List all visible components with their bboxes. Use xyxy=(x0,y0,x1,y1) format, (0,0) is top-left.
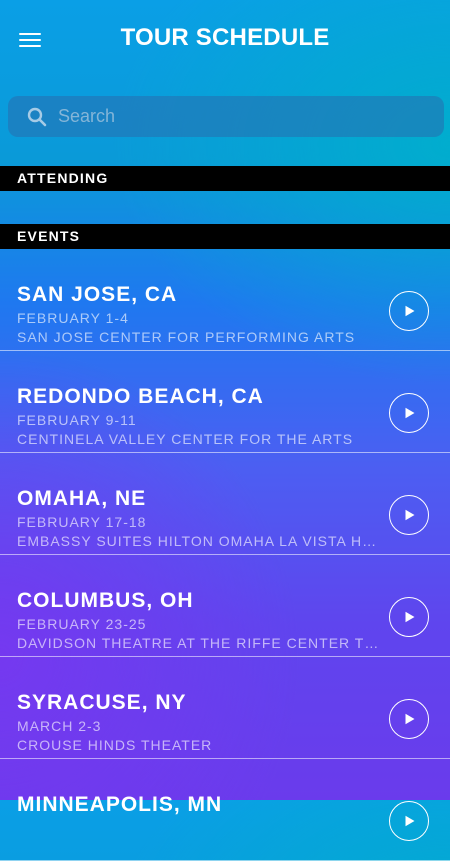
event-venue: CENTINELA VALLEY CENTER FOR THE ARTS xyxy=(17,431,354,447)
event-venue: SAN JOSE CENTER FOR PERFORMING ARTS xyxy=(17,329,356,345)
play-icon xyxy=(405,407,415,419)
play-icon xyxy=(405,713,415,725)
event-dates: FEBRUARY 1-4 xyxy=(17,310,129,326)
event-city: MINNEAPOLIS, MN xyxy=(17,793,223,816)
event-venue: CROUSE HINDS THEATER xyxy=(17,737,213,753)
play-button[interactable] xyxy=(389,393,429,433)
event-venue: DAVIDSON THEATRE AT THE RIFFE CENTER THE… xyxy=(17,635,379,651)
event-dates: FEBRUARY 17-18 xyxy=(17,514,147,530)
event-city: REDONDO BEACH, CA xyxy=(17,385,264,408)
event-row[interactable]: COLUMBUS, OH FEBRUARY 23-25 DAVIDSON THE… xyxy=(0,555,450,657)
play-button[interactable] xyxy=(389,597,429,637)
event-row[interactable]: OMAHA, NE FEBRUARY 17-18 EMBASSY SUITES … xyxy=(0,453,450,555)
event-row[interactable]: SAN JOSE, CA FEBRUARY 1-4 SAN JOSE CENTE… xyxy=(0,249,450,351)
play-icon xyxy=(405,305,415,317)
section-label-events: EVENTS xyxy=(17,228,81,244)
event-city: OMAHA, NE xyxy=(17,487,147,510)
play-button[interactable] xyxy=(389,801,429,841)
play-icon xyxy=(405,509,415,521)
section-header-attending: ATTENDING xyxy=(0,166,450,191)
section-label-attending: ATTENDING xyxy=(17,170,109,186)
event-dates: MARCH 2-3 xyxy=(17,718,102,734)
event-venue: EMBASSY SUITES HILTON OMAHA LA VISTA HO.… xyxy=(17,533,379,549)
play-button[interactable] xyxy=(389,291,429,331)
play-icon xyxy=(405,815,415,827)
app-header: TOUR SCHEDULE xyxy=(0,0,450,80)
search-input[interactable] xyxy=(58,96,428,137)
search-icon xyxy=(27,107,47,127)
play-button[interactable] xyxy=(389,495,429,535)
event-city: SAN JOSE, CA xyxy=(17,283,178,306)
page-title: TOUR SCHEDULE xyxy=(120,24,330,51)
event-dates: FEBRUARY 23-25 xyxy=(17,616,147,632)
event-row[interactable]: SYRACUSE, NY MARCH 2-3 CROUSE HINDS THEA… xyxy=(0,657,450,759)
play-icon xyxy=(405,611,415,623)
event-city: COLUMBUS, OH xyxy=(17,589,194,612)
event-row[interactable]: REDONDO BEACH, CA FEBRUARY 9-11 CENTINEL… xyxy=(0,351,450,453)
event-row[interactable]: MINNEAPOLIS, MN xyxy=(0,759,450,861)
event-city: SYRACUSE, NY xyxy=(17,691,187,714)
search-bar[interactable] xyxy=(8,96,444,137)
event-dates: FEBRUARY 9-11 xyxy=(17,412,137,428)
section-header-events: EVENTS xyxy=(0,224,450,249)
play-button[interactable] xyxy=(389,699,429,739)
event-list: SAN JOSE, CA FEBRUARY 1-4 SAN JOSE CENTE… xyxy=(0,249,450,861)
